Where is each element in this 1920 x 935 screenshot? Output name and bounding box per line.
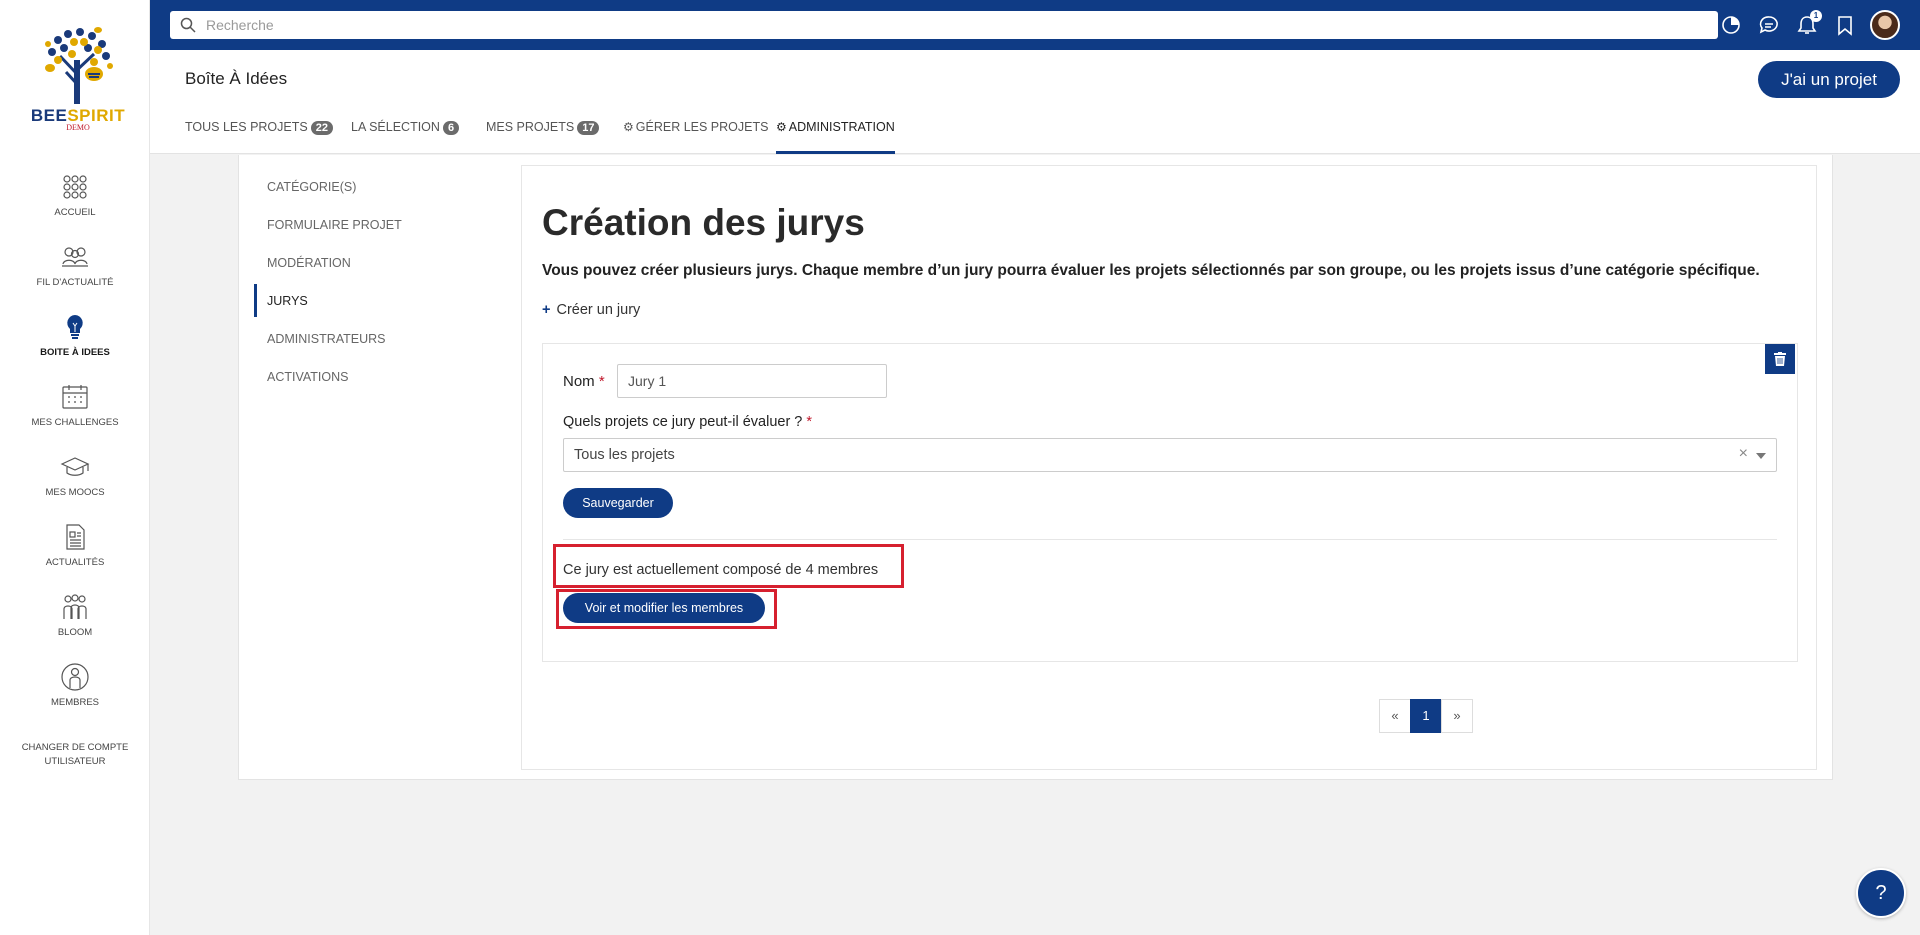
create-jury-link[interactable]: + Créer un jury [542, 302, 640, 318]
switch-account-line1: CHANGER DE COMPTE [21, 742, 129, 753]
pagination-page-1[interactable]: 1 [1410, 699, 1442, 733]
jury-name-input[interactable] [617, 364, 887, 398]
search-box[interactable] [170, 11, 1718, 39]
admin-content: CATÉGORIE(S) FORMULAIRE PROJET MODÉRATIO… [238, 155, 1833, 780]
jury-panel: Création des jurys Vous pouvez créer plu… [521, 165, 1817, 770]
tab-count-badge: 22 [310, 121, 333, 135]
plus-icon: + [542, 302, 551, 318]
tree-logo-icon [45, 27, 113, 104]
grid-dots-icon [63, 175, 87, 199]
brand-demo-tag: DEMO [66, 123, 90, 132]
sidebar: BEESPIRIT DEMO ACCUEIL FIL D'ACTUALITÉ B… [0, 0, 150, 935]
gear-icon: ⚙ [776, 120, 787, 134]
sidebar-item-label: ACTUALITÉS [45, 557, 105, 568]
topbar: 1 [150, 0, 1920, 50]
tab-label: ADMINISTRATION [788, 120, 895, 134]
members-count-text: Ce jury est actuellement composé de 4 me… [563, 562, 879, 578]
sidebar-item-mes-moocs[interactable]: MES MOOCS [0, 452, 150, 498]
chat-icon[interactable] [1758, 14, 1780, 36]
sidebar-switch-account[interactable]: CHANGER DE COMPTE UTILISATEUR [0, 741, 150, 769]
clear-icon[interactable]: × [1739, 445, 1748, 463]
required-marker: * [806, 414, 813, 430]
required-marker: * [598, 373, 605, 390]
search-input[interactable] [206, 11, 1706, 39]
calendar-icon [62, 385, 88, 409]
newspaper-icon [66, 524, 85, 550]
sidebar-item-actualites[interactable]: ACTUALITÉS [0, 522, 150, 568]
sidebar-item-label: BLOOM [57, 627, 93, 638]
subnav-item-formulaire-projet[interactable]: FORMULAIRE PROJET [267, 218, 402, 232]
tab-tous-les-projets[interactable]: TOUS LES PROJETS 22 [185, 120, 333, 154]
lightbulb-icon [67, 315, 83, 339]
tab-label: LA SÉLECTION [351, 120, 440, 134]
tab-count-badge: 17 [577, 121, 600, 135]
jury-card: Nom * Quels projets ce jury peut-il éval… [542, 343, 1798, 662]
section-description: Vous pouvez créer plusieurs jurys. Chaqu… [542, 262, 1760, 279]
pagination-next[interactable]: » [1441, 699, 1473, 733]
delete-jury-button[interactable] [1765, 344, 1795, 374]
sidebar-item-fil-actualite[interactable]: FIL D'ACTUALITÉ [0, 242, 150, 288]
chevron-down-icon[interactable] [1756, 453, 1766, 459]
sidebar-item-label: MEMBRES [50, 697, 100, 708]
subnav-item-administrateurs[interactable]: ADMINISTRATEURS [267, 332, 386, 346]
sidebar-item-label: FIL D'ACTUALITÉ [36, 277, 114, 288]
subnav-item-activations[interactable]: ACTIVATIONS [267, 370, 349, 384]
sidebar-item-boite-a-idees[interactable]: BOITE À IDEES [0, 312, 150, 358]
graduation-cap-icon [60, 457, 90, 476]
people-feed-icon [62, 247, 88, 267]
sidebar-item-label: MES CHALLENGES [31, 417, 119, 428]
subnav-item-categories[interactable]: CATÉGORIE(S) [267, 180, 356, 194]
bookmark-icon[interactable] [1834, 14, 1856, 36]
tab-la-selection[interactable]: LA SÉLECTION 6 [351, 120, 460, 154]
sidebar-item-accueil[interactable]: ACCUEIL [0, 172, 150, 218]
save-button[interactable]: Sauvegarder [563, 488, 673, 518]
tab-administration[interactable]: ⚙ ADMINISTRATION [776, 120, 895, 154]
sidebar-item-label: ACCUEIL [54, 207, 96, 218]
user-avatar[interactable] [1870, 10, 1900, 40]
tab-label: GÉRER LES PROJETS [635, 120, 769, 134]
subnav-item-moderation[interactable]: MODÉRATION [267, 256, 351, 270]
name-label: Nom * [563, 373, 605, 390]
projects-label: Quels projets ce jury peut-il évaluer ? … [563, 414, 813, 430]
create-jury-label: Créer un jury [556, 302, 641, 318]
projects-select[interactable]: Tous les projets × [563, 438, 1777, 472]
switch-account-line2: UTILISATEUR [44, 756, 106, 767]
page-title: Boîte À Idées [185, 69, 288, 88]
tab-label: TOUS LES PROJETS [185, 120, 308, 134]
tab-mes-projets[interactable]: MES PROJETS 17 [486, 120, 600, 154]
notifications-badge: 1 [1810, 10, 1822, 22]
sidebar-item-membres[interactable]: MEMBRES [0, 662, 150, 708]
view-edit-members-button[interactable]: Voir et modifier les membres [563, 593, 765, 623]
pie-chart-icon[interactable] [1720, 14, 1742, 36]
brand-logo[interactable]: BEESPIRIT DEMO [28, 24, 128, 132]
subnav-active-indicator [254, 284, 257, 317]
tab-gerer-les-projets[interactable]: ⚙ GÉRER LES PROJETS [623, 120, 768, 154]
search-icon [180, 17, 196, 33]
tab-label: MES PROJETS [486, 120, 575, 134]
page-header: Boîte À Idées J'ai un projet TOUS LES PR… [150, 50, 1920, 154]
divider [563, 539, 1777, 540]
pagination-prev[interactable]: « [1379, 699, 1411, 733]
sidebar-item-mes-challenges[interactable]: MES CHALLENGES [0, 382, 150, 428]
pagination: « 1 » [1379, 699, 1473, 733]
person-icon [61, 663, 89, 691]
trash-icon [1774, 352, 1786, 366]
sidebar-item-label: BOITE À IDEES [40, 347, 110, 358]
gear-icon: ⚙ [623, 120, 634, 134]
section-heading: Création des jurys [542, 202, 865, 243]
help-button[interactable]: ? [1856, 868, 1906, 918]
group-icon [63, 594, 87, 619]
projects-select-value: Tous les projets [574, 447, 675, 463]
sidebar-item-label: MES MOOCS [45, 487, 105, 498]
sidebar-item-bloom[interactable]: BLOOM [0, 592, 150, 638]
tab-count-badge: 6 [442, 121, 460, 135]
notifications-button[interactable]: 1 [1796, 10, 1822, 36]
subnav-item-jurys[interactable]: JURYS [267, 294, 308, 308]
new-project-button[interactable]: J'ai un projet [1758, 61, 1900, 98]
